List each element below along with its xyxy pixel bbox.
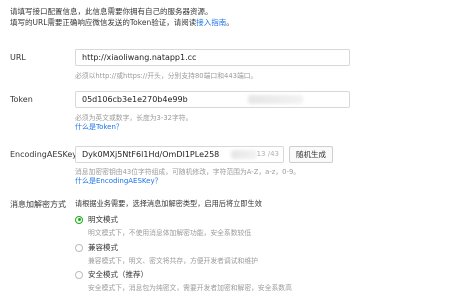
- token-input-value: 05d106cb3e1e270b4e99b: [82, 95, 188, 104]
- access-guide-link[interactable]: 接入指南: [196, 18, 226, 27]
- token-hint: 必须为英文或数字，长度为3-32字符。: [75, 114, 193, 122]
- secure-mode-desc: 安全模式下，消息包为纯密文，需要开发者加密和解密，安全系数高: [88, 284, 292, 292]
- intro-line-2: 填写的URL需要正确响应微信发送的Token验证，请阅读接入指南。: [10, 17, 234, 28]
- token-redaction: [248, 95, 303, 104]
- encryption-desc: 请根据业务需要，选择消息加解密类型，启用后将立即生效: [75, 199, 262, 208]
- radio-button-icon[interactable]: [75, 270, 83, 279]
- url-hint: 必须以http://或https://开头，分别支持80端口和443端口。: [75, 72, 258, 80]
- intro-line-1: 请填写接口配置信息，此信息需要你拥有自己的服务器资源。: [10, 7, 213, 16]
- aeskey-redaction: [231, 150, 257, 159]
- random-generate-button[interactable]: 随机生成: [289, 146, 333, 163]
- radio-button-checked-icon[interactable]: [75, 215, 83, 224]
- radio-plaintext-label: 明文模式: [88, 215, 118, 224]
- aeskey-counter: 13 /43: [256, 150, 279, 158]
- token-label: Token: [10, 95, 33, 104]
- intro-line-2-prefix: 填写的URL需要正确响应微信发送的Token验证，请阅读: [10, 18, 197, 27]
- token-input[interactable]: 05d106cb3e1e270b4e99b: [75, 91, 350, 108]
- what-is-aeskey-link[interactable]: 什么是EncodingAESKey？: [75, 176, 162, 186]
- radio-secure-mode[interactable]: 安全模式（推荐）: [75, 269, 148, 280]
- encryption-label: 消息加解密方式: [10, 200, 66, 209]
- what-is-token-link[interactable]: 什么是Token？: [75, 122, 123, 132]
- compatible-mode-desc: 兼容模式下，明文、密文将共存，方便开发者调试和维护: [88, 257, 258, 265]
- aeskey-hint: 消息加密密钥由43位字符组成，可随机修改，字符范围为A-Z，a-z，0-9。: [75, 168, 301, 176]
- radio-button-icon[interactable]: [75, 243, 83, 252]
- aeskey-input[interactable]: Dyk0MXj5NtF6l1Hd/OmDI1PLe258 13 /43: [75, 146, 284, 163]
- radio-compatible-label: 兼容模式: [88, 243, 118, 252]
- intro-text: 请填写接口配置信息，此信息需要你拥有自己的服务器资源。 填写的URL需要正确响应…: [10, 6, 234, 28]
- plaintext-mode-desc: 明文模式下，不使用消息体加解密功能，安全系数较低: [88, 229, 252, 237]
- url-input[interactable]: http://xiaoliwang.natapp1.cc: [75, 49, 350, 66]
- radio-secure-label: 安全模式（推荐）: [88, 270, 148, 279]
- url-label: URL: [10, 53, 26, 62]
- aeskey-label: EncodingAESKey: [10, 150, 77, 159]
- radio-plaintext-mode[interactable]: 明文模式: [75, 214, 118, 225]
- intro-line-2-suffix: 。: [226, 18, 234, 27]
- aeskey-input-value: Dyk0MXj5NtF6l1Hd/OmDI1PLe258: [82, 150, 220, 159]
- url-input-value: http://xiaoliwang.natapp1.cc: [82, 53, 197, 62]
- radio-compatible-mode[interactable]: 兼容模式: [75, 242, 118, 253]
